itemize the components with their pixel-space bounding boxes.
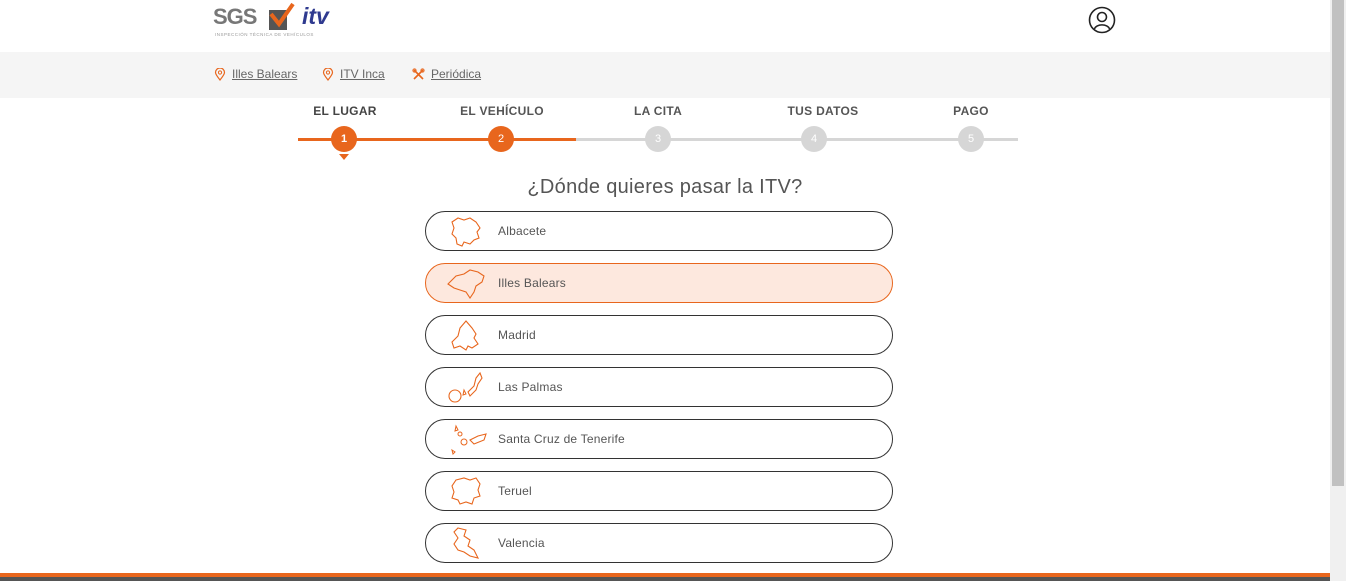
breadcrumb-region-label: Illes Balears [232,67,298,81]
breadcrumb: Illes Balears ITV Inca Periódica [0,52,1330,98]
breadcrumb-station[interactable]: ITV Inca [322,67,385,81]
footer-bar [0,573,1330,581]
madrid-map-icon [451,320,479,351]
balearic-islands-map-icon [447,269,485,299]
sgs-itv-logo[interactable]: SGS itv INSPECCIÓN TÉCNICA DE VEHÍCULOS [205,2,340,42]
breadcrumb-inspection-label: Periódica [431,67,482,81]
las-palmas-map-icon [448,371,483,403]
valencia-map-icon [453,527,480,559]
progress-line-pending [576,138,1018,141]
option-valencia[interactable]: Valencia [425,523,893,563]
option-teruel[interactable]: Teruel [425,471,893,511]
option-illes-balears-label: Illes Balears [498,276,566,290]
option-santa-cruz-de-tenerife[interactable]: Santa Cruz de Tenerife [425,419,893,459]
breadcrumb-station-label: ITV Inca [340,67,385,81]
option-teruel-label: Teruel [498,484,532,498]
teruel-map-icon [451,477,481,505]
option-madrid-label: Madrid [498,328,536,342]
step-lugar[interactable]: EL LUGAR [290,104,400,124]
step-pago-label: PAGO [953,104,989,118]
breadcrumb-region[interactable]: Illes Balears [214,67,297,81]
user-account-icon[interactable] [1088,6,1116,34]
step-datos: TUS DATOS [768,104,878,124]
option-las-palmas[interactable]: Las Palmas [425,367,893,407]
step-cita-circle: 3 [645,126,671,152]
albacete-map-icon [451,217,481,247]
option-valencia-label: Valencia [498,536,545,550]
option-illes-balears[interactable]: Illes Balears [425,263,893,303]
location-pin-icon [214,67,226,81]
step-vehiculo-circle[interactable]: 2 [488,126,514,152]
tenerife-map-icon [451,424,487,455]
step-pago: PAGO [916,104,1026,124]
step-pago-circle: 5 [958,126,984,152]
logo-tagline: INSPECCIÓN TÉCNICA DE VEHÍCULOS [215,32,314,37]
progress-stepper: EL LUGAR 1 EL VEHÍCULO 2 LA CITA 3 TUS D… [298,104,1018,164]
page-title: ¿Dónde quieres pasar la ITV? [527,176,803,198]
step-cita: LA CITA [603,104,713,124]
step-vehiculo[interactable]: EL VEHÍCULO [447,104,557,124]
step-datos-label: TUS DATOS [787,104,859,118]
logo-check-mark-icon [269,2,295,30]
logo-itv-text: itv [302,3,329,29]
option-las-palmas-label: Las Palmas [498,380,563,394]
option-albacete-label: Albacete [498,224,547,238]
scrollbar-thumb[interactable] [1332,0,1344,486]
step-lugar-circle[interactable]: 1 [331,126,357,152]
vertical-scrollbar[interactable] [1330,0,1346,581]
location-pin-icon [322,67,334,81]
logo-sgs-text: SGS [213,4,257,29]
current-step-caret [339,154,349,160]
step-datos-circle: 4 [801,126,827,152]
step-vehiculo-label: EL VEHÍCULO [460,104,544,118]
option-santa-cruz-de-tenerife-label: Santa Cruz de Tenerife [498,432,625,446]
option-albacete[interactable]: Albacete [425,211,893,251]
step-lugar-label: EL LUGAR [313,104,377,118]
header: SGS itv INSPECCIÓN TÉCNICA DE VEHÍCULOS [0,0,1330,52]
option-madrid[interactable]: Madrid [425,315,893,355]
tools-icon [412,67,425,80]
step-cita-label: LA CITA [633,104,683,118]
breadcrumb-inspection-type[interactable]: Periódica [412,67,481,81]
